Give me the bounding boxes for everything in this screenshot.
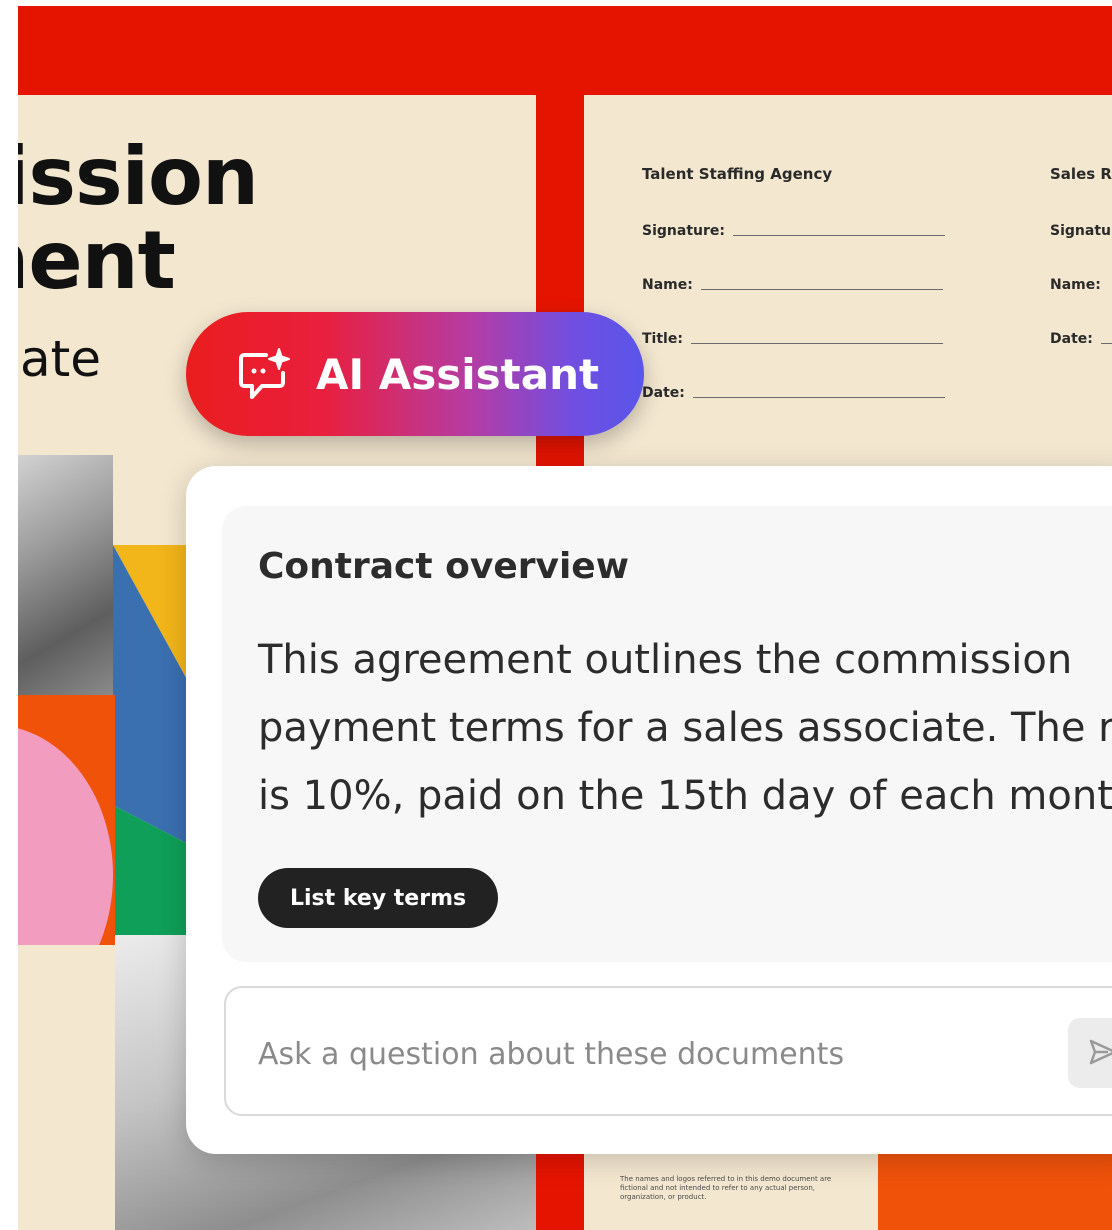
card-body: This agreement outlines the commission p… [258, 637, 1112, 819]
disclaimer-text: The names and logos referred to in this … [620, 1175, 832, 1201]
field-label: Signatu [1050, 223, 1111, 239]
document-title-line-1: nission [18, 130, 259, 223]
date-line[interactable] [1100, 343, 1112, 344]
send-button[interactable] [1068, 1018, 1112, 1088]
signature-field-left-date: Date: [642, 385, 945, 401]
signature-heading-left: Talent Staffing Agency [642, 165, 833, 183]
title-line[interactable] [690, 343, 943, 344]
signature-line[interactable] [732, 235, 945, 236]
field-label: Title: [642, 331, 683, 347]
signature-field-right-date: Date: [1050, 331, 1112, 347]
signature-heading-right: Sales R [1050, 165, 1112, 183]
field-label: Name: [642, 277, 693, 293]
question-box [224, 986, 1112, 1116]
field-label: Name: [1050, 277, 1101, 293]
document-title: nission ment [18, 130, 259, 307]
question-input[interactable] [256, 1018, 1040, 1090]
response-card: Contract overview This agreement outline… [222, 506, 1112, 962]
list-key-terms-button[interactable]: List key terms [258, 868, 499, 928]
ai-assistant-panel: Contract overview This agreement outline… [186, 466, 1112, 1154]
document-subtitle: ociate [18, 330, 101, 388]
signature-field-right-signature: Signatu [1050, 223, 1111, 239]
document-title-line-2: ment [18, 214, 176, 307]
card-title: Contract overview [258, 546, 629, 587]
signature-field-left-title: Title: [642, 331, 943, 347]
signature-field-right-name: Name: [1050, 277, 1101, 293]
ai-assistant-button[interactable]: AI Assistant [186, 312, 644, 436]
field-label: Date: [642, 385, 685, 401]
signature-field-left-signature: Signature: [642, 223, 945, 239]
date-line[interactable] [692, 397, 945, 398]
stage: nission ment ociate Talent Staffing Agen… [0, 0, 1112, 1230]
field-label: Date: [1050, 331, 1093, 347]
field-label: Signature: [642, 223, 725, 239]
send-icon [1088, 1037, 1112, 1070]
ai-chat-sparkle-icon [236, 345, 294, 403]
signature-field-left-name: Name: [642, 277, 943, 293]
name-line[interactable] [700, 289, 943, 290]
orange-block [878, 1150, 1112, 1230]
ai-assistant-label: AI Assistant [316, 349, 600, 399]
